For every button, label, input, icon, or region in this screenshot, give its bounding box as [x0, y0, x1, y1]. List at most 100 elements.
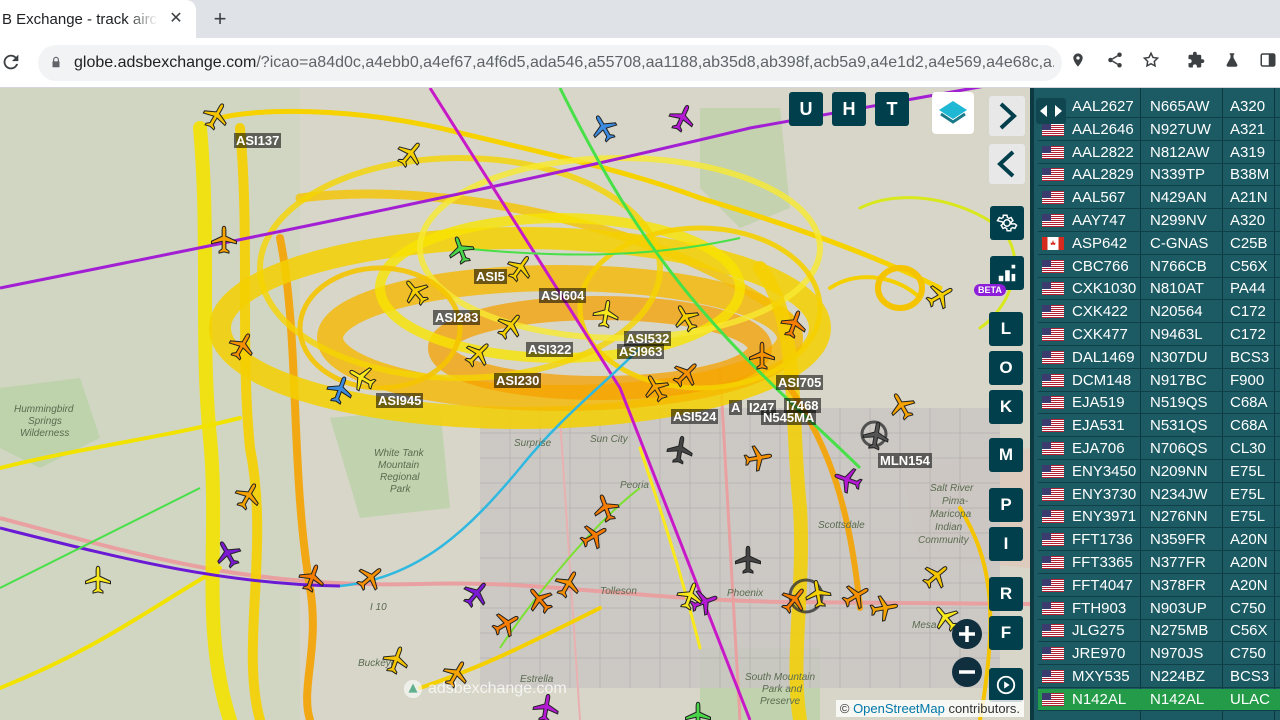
callsign-cell: DAL1469 — [1072, 348, 1135, 366]
table-row[interactable]: AAL2822 N812AW A319 — [1038, 142, 1280, 164]
table-row[interactable]: FFT3365 N377FR A20N — [1038, 552, 1280, 574]
collapse-panel-button[interactable] — [989, 144, 1025, 184]
table-row[interactable]: AAL2646 N927UW A321 — [1038, 119, 1280, 141]
replay-icon — [996, 675, 1016, 695]
callsign-label[interactable]: ASI963 — [617, 344, 665, 359]
table-row[interactable]: EJA531 N531QS C68A — [1038, 415, 1280, 438]
button-u[interactable]: U — [789, 92, 823, 126]
aircraft-icon[interactable] — [741, 441, 776, 476]
table-row[interactable]: EJA519 N519QS C68A — [1038, 392, 1280, 415]
aircraft-icon[interactable] — [663, 433, 698, 468]
callsign-label[interactable]: ASI945 — [376, 393, 424, 408]
aircraft-type-cell: C56X — [1230, 622, 1268, 640]
table-row[interactable]: ENY3971 N276NN E75L — [1038, 506, 1280, 529]
aircraft-table[interactable]: AAL2627 N665AW A320 AAL2646 N927UW A321 AAL282… — [1030, 88, 1280, 720]
table-row[interactable]: AAL2829 N339TP B38M — [1038, 164, 1280, 187]
extensions-icon[interactable] — [1184, 51, 1208, 75]
table-row[interactable]: CXK422 N20564 C172 — [1038, 301, 1280, 324]
registration-cell: N20564 — [1150, 303, 1203, 321]
table-row[interactable]: CBC766 N766CB C56X — [1038, 256, 1280, 278]
button-p[interactable]: P — [989, 488, 1023, 522]
callsign-cell: FFT3365 — [1072, 554, 1133, 571]
zoom-in-button[interactable] — [952, 619, 982, 649]
table-row[interactable]: JRE970 N970JS C750 — [1038, 643, 1280, 666]
button-l[interactable]: L — [989, 312, 1023, 346]
replay-button[interactable] — [989, 668, 1023, 702]
button-o[interactable]: O — [989, 351, 1023, 385]
aircraft-type-cell: PA44 — [1230, 280, 1266, 298]
table-row[interactable]: N142AL N142AL ULAC — [1038, 688, 1280, 711]
aircraft-type-cell: C750 — [1230, 599, 1266, 617]
table-row[interactable]: ASP642 C-GNAS C25B — [1038, 233, 1280, 255]
aircraft-icon[interactable] — [747, 341, 777, 371]
button-k[interactable]: K — [989, 390, 1023, 424]
table-row[interactable]: CXK1030 N810AT PA44 — [1038, 278, 1280, 301]
new-tab-button[interactable]: + — [208, 7, 232, 31]
callsign-label[interactable]: ASI322 — [526, 342, 574, 357]
callsign-label[interactable]: ASI283 — [433, 310, 481, 325]
aircraft-icon[interactable] — [801, 577, 836, 612]
address-bar[interactable]: globe.adsbexchange.com/?icao=a84d0c,a4eb… — [38, 45, 1062, 81]
table-row[interactable]: AAL567 N429AN A21N — [1038, 187, 1280, 210]
table-row[interactable]: CXK477 N9463L C172 — [1038, 324, 1280, 346]
flight-map[interactable]: Hummingbird Springs Wilderness White Tank Mo… — [0, 88, 1030, 720]
table-row[interactable]: FTH903 N903UP C750 — [1038, 598, 1280, 620]
callsign-label[interactable]: ASI230 — [494, 373, 542, 388]
aircraft-icon[interactable] — [83, 565, 113, 595]
table-row[interactable]: FFT1736 N359FR A20N — [1038, 529, 1280, 552]
table-row[interactable]: DCM148 N917BC F900 — [1038, 370, 1280, 392]
callsign-cell: FTH903 — [1072, 599, 1127, 617]
button-r[interactable]: R — [989, 577, 1023, 611]
button-t[interactable]: T — [875, 92, 909, 126]
aircraft-icon[interactable] — [209, 225, 239, 255]
table-row[interactable]: EJA706 N706QS CL30 — [1038, 438, 1280, 460]
aircraft-icon[interactable] — [867, 591, 902, 626]
callsign-label[interactable]: ASI137 — [234, 133, 282, 148]
table-row[interactable]: DAL1469 N307DU BCS3 — [1038, 347, 1280, 369]
aircraft-icon[interactable] — [859, 419, 894, 454]
aircraft-icon[interactable] — [683, 701, 713, 720]
bookmark-star-icon[interactable] — [1139, 51, 1163, 75]
button-m[interactable]: M — [989, 438, 1023, 472]
close-tab-icon[interactable]: ✕ — [166, 9, 186, 29]
callsign-label[interactable]: A — [729, 400, 743, 415]
callsign-label[interactable]: ASI604 — [539, 288, 587, 303]
lab-flask-icon[interactable] — [1220, 51, 1244, 75]
button-h[interactable]: H — [832, 92, 866, 126]
table-resize-handle[interactable] — [1036, 98, 1066, 124]
callsign-cell: CXK477 — [1072, 326, 1128, 343]
table-row[interactable]: AAL2627 N665AW A320 — [1038, 96, 1280, 118]
aircraft-icon[interactable] — [589, 297, 624, 332]
usa-flag-icon — [1042, 670, 1064, 683]
callsign-label[interactable]: N545MA — [761, 410, 817, 425]
callsign-label[interactable]: MLN154 — [878, 453, 932, 468]
callsign-label[interactable]: ASI705 — [776, 375, 824, 390]
table-row[interactable]: JLG275 N275MB C56X — [1038, 620, 1280, 643]
button-f[interactable]: F — [989, 616, 1023, 650]
aircraft-type-cell: CL30 — [1230, 440, 1266, 457]
aircraft-type-cell: A321 — [1230, 120, 1266, 138]
side-panel-icon[interactable] — [1256, 51, 1280, 75]
callsign-cell: ASP642 — [1072, 234, 1128, 252]
table-row[interactable]: ENY3450 N209NN E75L — [1038, 461, 1280, 483]
site-info-icon[interactable] — [38, 55, 74, 72]
tab-adsb-exchange[interactable]: B Exchange - track aircraft ✕ — [0, 0, 196, 38]
callsign-label[interactable]: ASI524 — [671, 409, 719, 424]
share-icon[interactable] — [1103, 51, 1127, 75]
table-row[interactable]: ENY3730 N234JW E75L — [1038, 484, 1280, 506]
callsign-label[interactable]: ASI5 — [474, 269, 507, 284]
reload-icon[interactable] — [0, 51, 22, 73]
expand-panel-button[interactable] — [989, 96, 1025, 136]
usa-flag-icon — [1042, 578, 1064, 592]
aircraft-icon[interactable] — [733, 545, 763, 575]
openstreetmap-link[interactable]: OpenStreetMap — [853, 701, 945, 716]
table-row[interactable]: FFT4047 N378FR A20N — [1038, 575, 1280, 597]
zoom-out-button[interactable] — [952, 657, 982, 687]
settings-button[interactable] — [990, 206, 1024, 240]
map-layers-button[interactable] — [932, 92, 974, 134]
table-row[interactable]: MXY535 N224BZ BCS3 — [1038, 666, 1280, 688]
callsign-cell: CBC766 — [1072, 257, 1129, 275]
button-i[interactable]: I — [989, 527, 1023, 561]
location-pin-icon[interactable] — [1066, 51, 1090, 75]
table-row[interactable]: AAY747 N299NV A320 — [1038, 210, 1280, 232]
